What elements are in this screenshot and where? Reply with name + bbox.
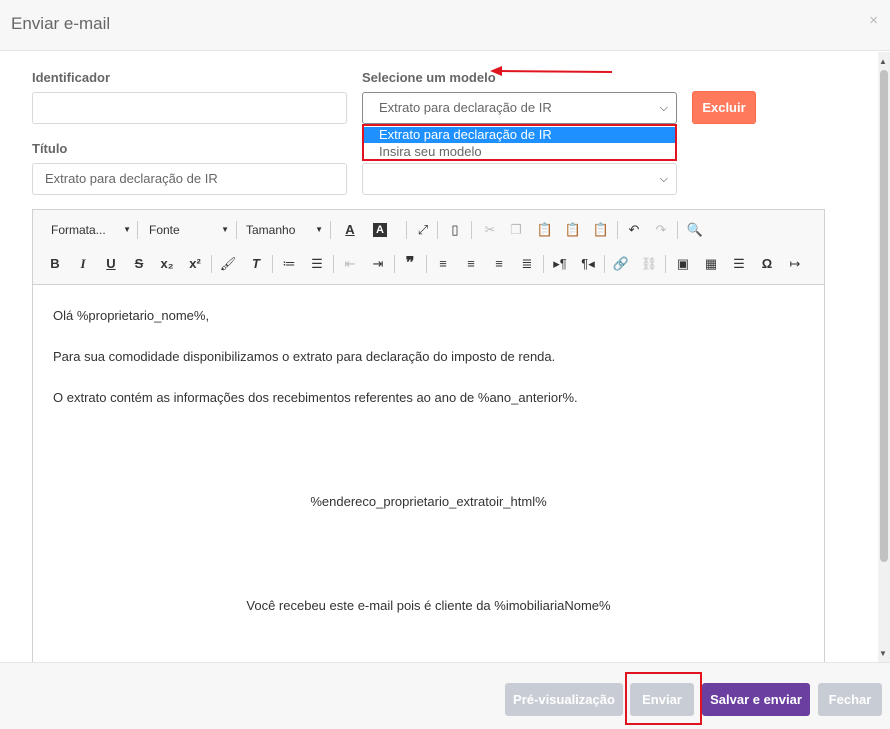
toolbar-separator	[137, 221, 138, 239]
subscript-icon[interactable]: x₂	[158, 255, 176, 273]
cut-icon[interactable]: ✂	[481, 221, 499, 239]
excluir-button[interactable]: Excluir	[692, 91, 756, 124]
align-center-icon[interactable]: ≡	[462, 255, 480, 273]
content-line-address: %endereco_proprietario_extratoir_html%	[310, 494, 547, 509]
dropdown-option-insira[interactable]: Insira seu modelo	[364, 144, 675, 160]
toolbar-separator	[543, 255, 544, 273]
paste-text-icon[interactable]: 📋	[564, 221, 582, 239]
scroll-up-icon[interactable]: ▲	[879, 57, 887, 66]
numbered-list-icon[interactable]: ≔	[280, 255, 298, 273]
modelo-label: Selecione um modelo	[362, 70, 496, 85]
paste-word-icon[interactable]: 📋	[592, 221, 610, 239]
redo-icon[interactable]: ↷	[652, 221, 670, 239]
background-color-icon[interactable]: A	[373, 223, 387, 237]
font-combo[interactable]: Fonte ▼	[149, 220, 229, 240]
special-char-icon[interactable]: Ω	[758, 255, 776, 273]
bulleted-list-icon[interactable]: ☰	[308, 255, 326, 273]
editor-content[interactable]: Olá %proprietario_nome%, Para sua comodi…	[33, 285, 824, 668]
caret-down-icon: ▼	[221, 225, 229, 234]
toolbar-separator	[677, 221, 678, 239]
caret-down-icon: ▼	[315, 225, 323, 234]
content-line-greeting: Olá %proprietario_nome%,	[53, 308, 210, 323]
copy-format-icon[interactable]: 🖌	[219, 255, 237, 273]
modelo-select[interactable]: Extrato para declaração de IR ⌵	[362, 92, 677, 124]
page-break-icon[interactable]: ↦	[786, 255, 804, 273]
toolbar-separator	[665, 255, 666, 273]
text-color-icon[interactable]: A	[341, 221, 359, 239]
close-icon[interactable]: ×	[869, 12, 878, 29]
indent-icon[interactable]: ⇥	[369, 255, 387, 273]
scrollbar-thumb[interactable]	[880, 70, 888, 562]
outdent-icon[interactable]: ⇤	[341, 255, 359, 273]
link-icon[interactable]: 🔗	[612, 255, 630, 273]
search-icon[interactable]: 🔍	[686, 221, 704, 239]
toolbar-separator	[333, 255, 334, 273]
toolbar-separator	[426, 255, 427, 273]
annotation-highlight-box	[625, 672, 702, 725]
content-line-intro: Para sua comodidade disponibilizamos o e…	[53, 349, 556, 364]
align-right-icon[interactable]: ≡	[490, 255, 508, 273]
toolbar-separator	[330, 221, 331, 239]
justify-icon[interactable]: ≣	[518, 255, 536, 273]
ltr-icon[interactable]: ▸¶	[551, 255, 569, 273]
superscript-icon[interactable]: x²	[186, 255, 204, 273]
secondary-select[interactable]: ⌵	[362, 163, 677, 195]
toolbar-separator	[272, 255, 273, 273]
strikethrough-icon[interactable]: S	[130, 255, 148, 273]
content-line-footer: Você recebeu este e-mail pois é cliente …	[246, 598, 611, 613]
modal-footer: Pré-visualização Enviar Salvar e enviar …	[0, 662, 890, 729]
toolbar-separator	[471, 221, 472, 239]
preview-button[interactable]: Pré-visualização	[505, 683, 623, 716]
toolbar-separator	[236, 221, 237, 239]
modal-header: Enviar e-mail ×	[0, 0, 890, 51]
content-line-info: O extrato contém as informações dos rece…	[53, 390, 578, 405]
identificador-label: Identificador	[32, 70, 111, 85]
chevron-down-icon: ⌵	[659, 102, 668, 114]
toolbar-separator	[211, 255, 212, 273]
maximize-icon[interactable]: ⤢	[414, 221, 432, 239]
modal-title: Enviar e-mail	[11, 14, 111, 33]
annotation-arrow-icon	[490, 66, 613, 76]
size-combo-label: Tamanho	[246, 223, 296, 237]
modelo-select-value: Extrato para declaração de IR	[379, 100, 552, 115]
italic-icon[interactable]: I	[74, 255, 92, 273]
remove-format-icon[interactable]: T	[247, 255, 265, 273]
rtl-icon[interactable]: ¶◂	[579, 255, 597, 273]
format-combo[interactable]: Formata... ▼	[51, 220, 131, 240]
editor-toolbar: Formata... ▼ Fonte ▼ Tamanho ▼ A A ⤢ ▯ ✂…	[33, 210, 824, 285]
image-icon[interactable]: ▣	[674, 255, 692, 273]
toolbar-separator	[617, 221, 618, 239]
titulo-label: Título	[32, 141, 68, 156]
titulo-input[interactable]: Extrato para declaração de IR	[32, 163, 347, 195]
toolbar-separator	[437, 221, 438, 239]
font-combo-label: Fonte	[149, 223, 180, 237]
modelo-dropdown-list: Extrato para declaração de IR Insira seu…	[362, 124, 677, 161]
paste-icon[interactable]: 📋	[536, 221, 554, 239]
dropdown-option-extrato[interactable]: Extrato para declaração de IR	[364, 127, 675, 143]
chevron-down-icon: ⌵	[659, 173, 668, 185]
bold-icon[interactable]: B	[46, 255, 64, 273]
format-combo-label: Formata...	[51, 223, 106, 237]
identificador-input[interactable]	[32, 92, 347, 124]
blockquote-icon[interactable]: ❞	[401, 255, 419, 273]
toolbar-separator	[604, 255, 605, 273]
table-icon[interactable]: ▦	[702, 255, 720, 273]
size-combo[interactable]: Tamanho ▼	[246, 220, 323, 240]
toolbar-separator	[406, 221, 407, 239]
horizontal-rule-icon[interactable]: ☰	[730, 255, 748, 273]
scroll-down-icon[interactable]: ▼	[879, 649, 887, 658]
undo-icon[interactable]: ↶	[625, 221, 643, 239]
toolbar-separator	[394, 255, 395, 273]
underline-icon[interactable]: U	[102, 255, 120, 273]
caret-down-icon: ▼	[123, 225, 131, 234]
save-send-button[interactable]: Salvar e enviar	[702, 683, 810, 716]
close-button[interactable]: Fechar	[818, 683, 882, 716]
copy-icon[interactable]: ❐	[507, 221, 525, 239]
rich-text-editor: Formata... ▼ Fonte ▼ Tamanho ▼ A A ⤢ ▯ ✂…	[32, 209, 825, 669]
source-icon[interactable]: ▯	[446, 221, 464, 239]
align-left-icon[interactable]: ≡	[434, 255, 452, 273]
unlink-icon[interactable]: ⛓	[640, 255, 658, 273]
